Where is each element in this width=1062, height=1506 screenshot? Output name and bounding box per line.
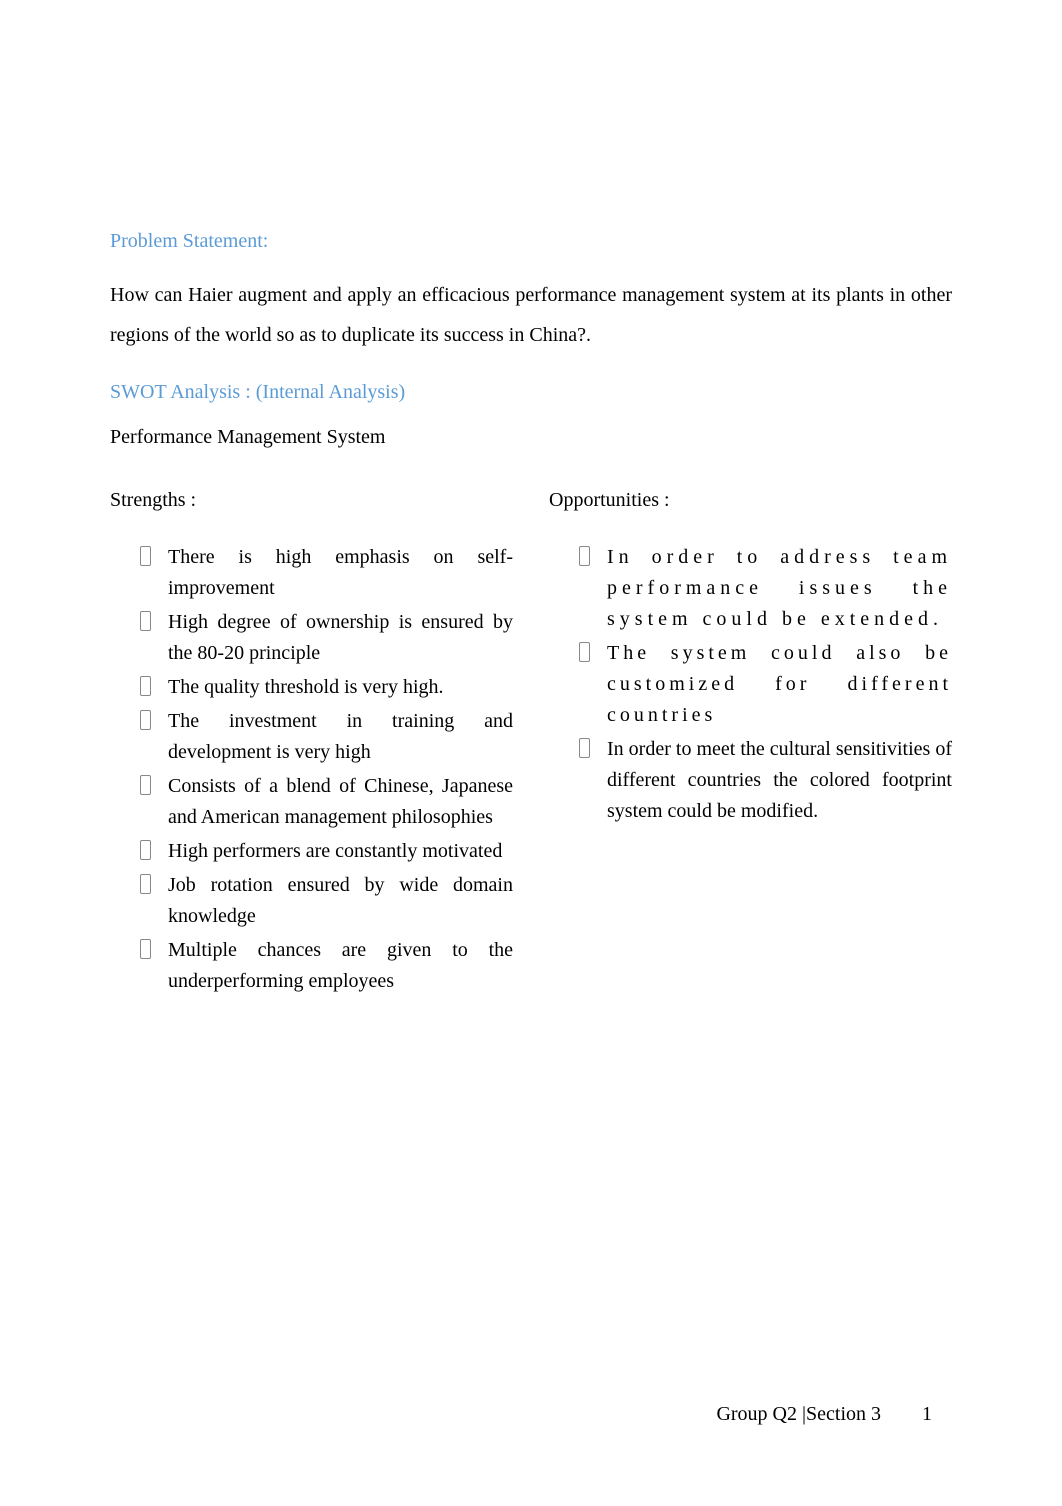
list-item: Job rotation ensured by wide domain know…	[140, 870, 513, 932]
problem-statement-heading: Problem Statement:	[110, 230, 952, 253]
list-item: The quality threshold is very high.	[140, 672, 513, 703]
list-item: Multiple chances are given to the underp…	[140, 935, 513, 997]
opportunities-list: In order to address team performance iss…	[549, 542, 952, 827]
list-item: High degree of ownership is ensured by t…	[140, 607, 513, 669]
list-item: The investment in training and developme…	[140, 706, 513, 768]
strengths-column: Strengths : There is high emphasis on se…	[110, 489, 513, 1000]
list-item: In order to meet the cultural sensitivit…	[579, 734, 952, 827]
page-footer: Group Q2 |Section 3 1	[716, 1403, 932, 1426]
list-item: Consists of a blend of Chinese, Japanese…	[140, 771, 513, 833]
list-item: High performers are constantly motivated	[140, 836, 513, 867]
swot-columns: Strengths : There is high emphasis on se…	[110, 489, 952, 1000]
swot-heading: SWOT Analysis : (Internal Analysis)	[110, 381, 952, 404]
swot-subheading: Performance Management System	[110, 426, 952, 449]
list-item: In order to address team performance iss…	[579, 542, 952, 635]
list-item: The system could also be customized for …	[579, 638, 952, 731]
footer-group-label: Group Q2 |Section 3	[716, 1403, 881, 1425]
strengths-title: Strengths :	[110, 489, 513, 512]
problem-statement-body: How can Haier augment and apply an effic…	[110, 275, 952, 355]
strengths-list: There is high emphasis on self-improveme…	[110, 542, 513, 997]
opportunities-column: Opportunities : In order to address team…	[549, 489, 952, 1000]
opportunities-title: Opportunities :	[549, 489, 952, 512]
list-item: There is high emphasis on self-improveme…	[140, 542, 513, 604]
footer-page-number: 1	[922, 1403, 932, 1426]
